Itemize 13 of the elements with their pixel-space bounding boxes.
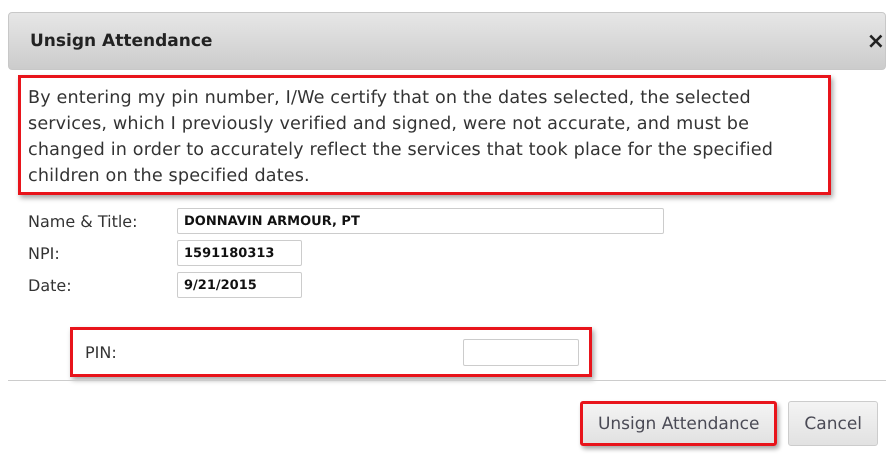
- input-field[interactable]: DONNAVIN ARMOUR, PT: [177, 208, 664, 234]
- field-label: Name & Title:: [28, 212, 139, 230]
- certification-statement: By entering my pin number, I/We certify that on the dates selected, the selected services, which I previously verified and signed, were not accurate, and must be changed in order to accurately reflect the services that took place for the specified children on the specified dates.: [28, 87, 774, 188]
- field-label: NPI:: [28, 244, 61, 262]
- input-field[interactable]: 9/21/2015: [177, 272, 302, 298]
- pin-label: PIN:: [85, 342, 117, 362]
- input-field[interactable]: 1591180313: [177, 240, 302, 266]
- dialog-title: Unsign Attendance: [30, 31, 212, 51]
- pin-field[interactable]: [463, 338, 579, 366]
- close-button[interactable]: ×: [866, 28, 885, 54]
- cancel-button[interactable]: Cancel: [788, 401, 878, 446]
- field-label: Date:: [28, 276, 73, 294]
- unsign-button[interactable]: Unsign Attendance: [580, 401, 778, 446]
